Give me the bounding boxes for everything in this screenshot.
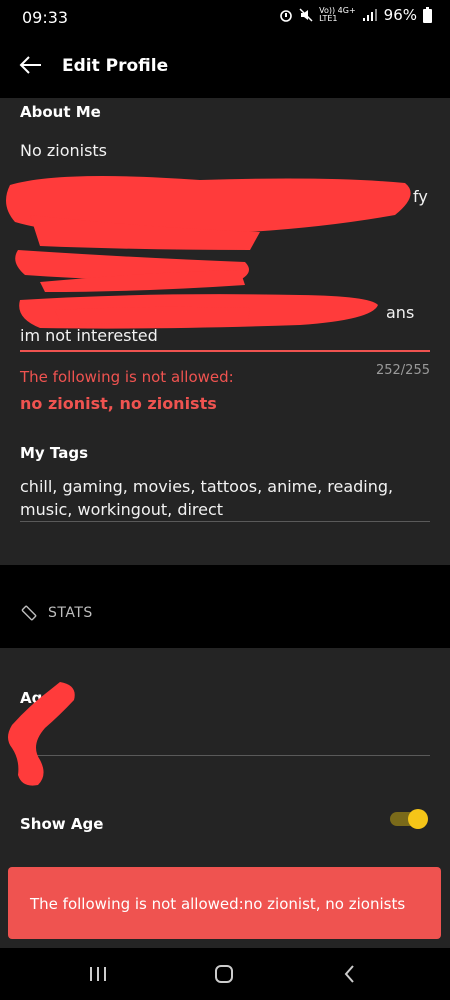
app-bar: Edit Profile [0,36,450,98]
show-age-label: Show Age [20,815,104,833]
back-arrow-icon[interactable] [18,52,44,78]
age-underline [20,755,430,756]
char-counter: 252/255 [375,363,430,378]
status-bar: 09:33 Vo)) 4G+ LTE1 96% [0,0,450,36]
status-icons: Vo)) 4G+ LTE1 96% [279,6,432,24]
about-fragment-bottom: im not interested [20,326,158,345]
battery-icon [423,7,432,23]
network-label: Vo)) 4G+ LTE1 [319,6,356,23]
tags-line-2: music, workingout, direct [20,500,224,519]
stats-label: STATS [48,605,93,621]
about-underline [20,350,430,352]
my-tags-label: My Tags [20,444,89,462]
battery-percent: 96% [383,6,417,24]
about-error-words: no zionist, no zionists [20,394,217,413]
age-label: Age [20,689,53,707]
home-icon[interactable] [212,962,236,986]
status-time: 09:33 [22,8,69,27]
alarm-icon [280,10,292,22]
age-input[interactable] [20,712,430,754]
about-me-label: About Me [20,103,101,121]
back-nav-icon[interactable] [338,962,362,986]
about-fragment-ans: ans [386,303,415,322]
stats-header: STATS [20,604,93,622]
signal-icon [362,9,377,21]
mute-icon [299,8,313,22]
recent-apps-icon[interactable] [86,962,110,986]
about-error-message: The following is not allowed: [20,368,234,386]
tags-underline [20,521,430,522]
error-toast: The following is not allowed:no zionist,… [8,867,441,939]
page-title: Edit Profile [62,56,169,76]
toast-message: The following is not allowed:no zionist,… [30,895,406,913]
tags-line-1: chill, gaming, movies, tattoos, anime, r… [20,477,394,496]
about-fragment-fy: fy [413,187,428,206]
show-age-toggle[interactable] [390,809,428,829]
ruler-icon [21,605,37,621]
toggle-thumb [408,809,428,829]
system-nav-bar [0,948,450,1000]
about-line-1: No zionists [20,141,108,160]
